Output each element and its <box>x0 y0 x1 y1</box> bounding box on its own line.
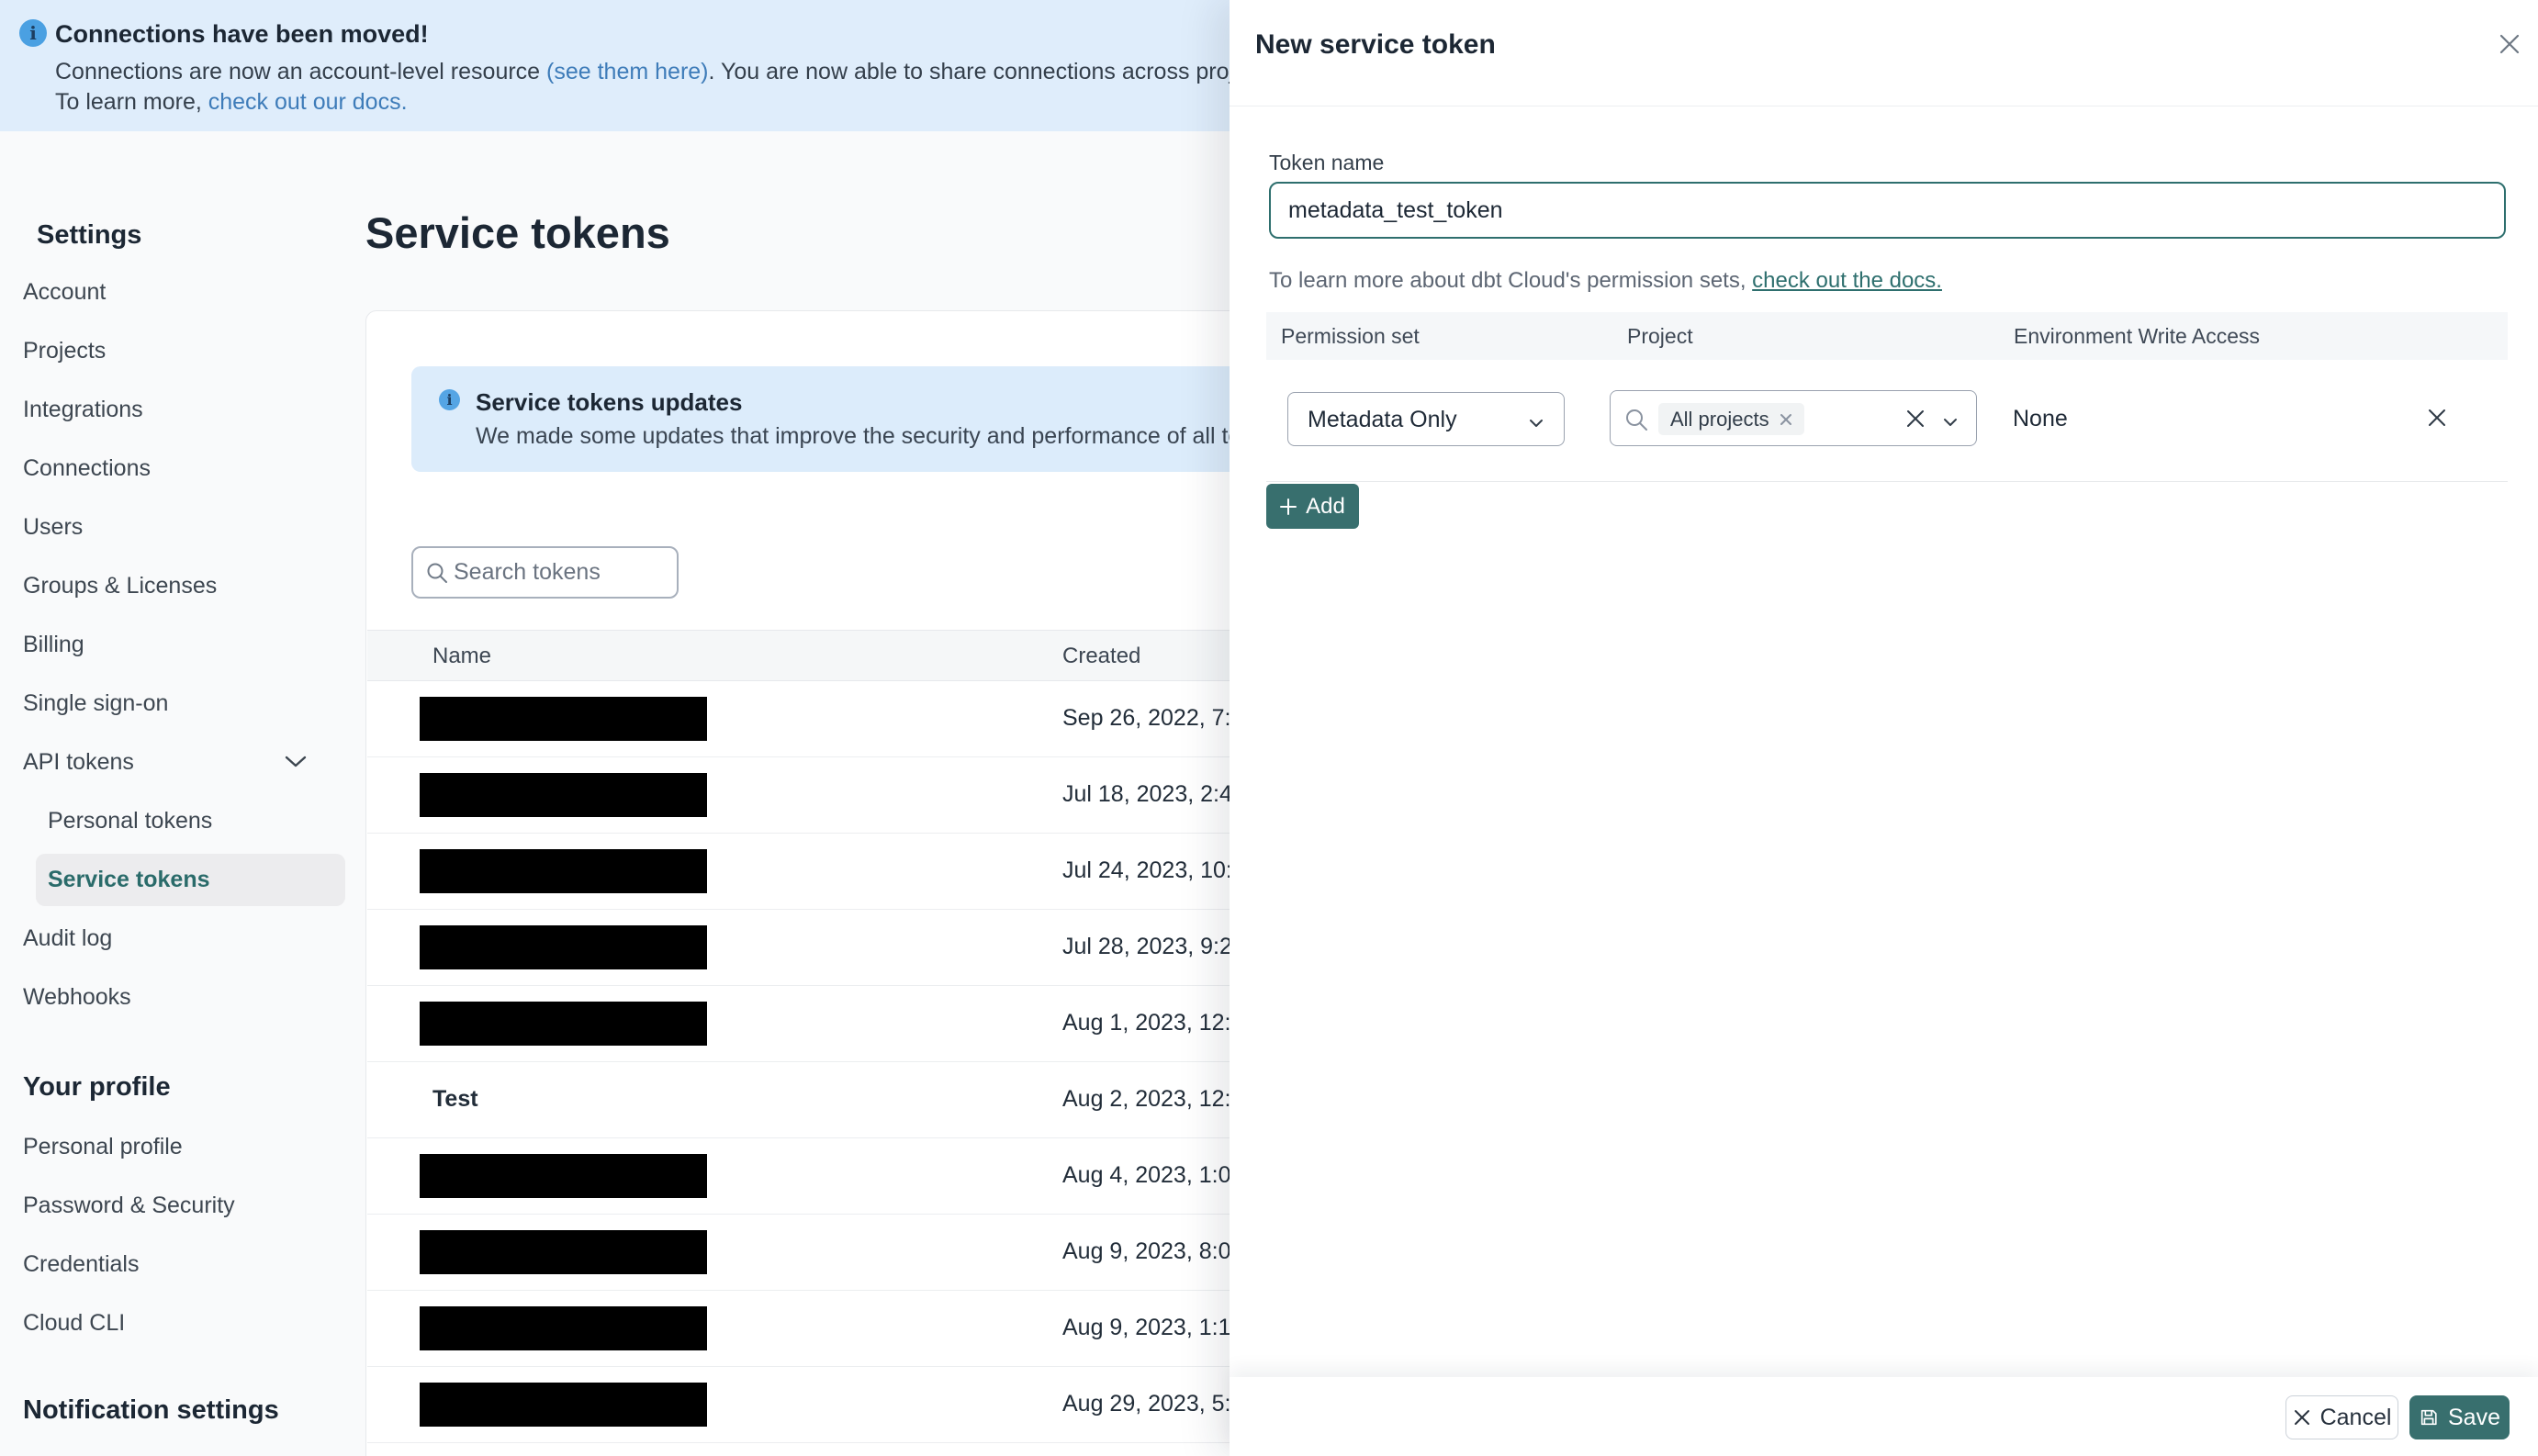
drawer-title: New service token <box>1255 29 1496 60</box>
sidebar-item-personal-profile[interactable]: Personal profile <box>23 1134 183 1160</box>
chevron-down-icon[interactable] <box>1943 415 1958 431</box>
remove-row-icon[interactable] <box>2423 404 2451 431</box>
info-icon: i <box>439 389 460 410</box>
sidebar-item-groups-licenses[interactable]: Groups & Licenses <box>23 573 217 599</box>
project-chip[interactable]: All projects <box>1658 403 1804 435</box>
sidebar-item-billing[interactable]: Billing <box>23 632 84 658</box>
permission-docs-line: To learn more about dbt Cloud's permissi… <box>1269 268 1942 294</box>
notice-title: Service tokens updates <box>476 388 743 416</box>
token-name-cell: Test <box>432 1086 478 1112</box>
column-header-name: Name <box>432 644 492 668</box>
sidebar-item-credentials[interactable]: Credentials <box>23 1251 139 1278</box>
new-service-token-drawer: New service token Token name To learn mo… <box>1230 0 2538 1456</box>
drawer-footer: Cancel Save <box>1230 1377 2538 1456</box>
redacted-token-name <box>420 697 707 741</box>
redacted-token-name <box>420 849 707 893</box>
sidebar-item-account[interactable]: Account <box>23 279 106 306</box>
settings-sidebar: Settings Account Projects Integrations C… <box>0 131 365 1456</box>
redacted-token-name <box>420 1383 707 1427</box>
see-them-here-link[interactable]: (see them here) <box>546 59 708 84</box>
environment-write-access-value: None <box>2013 406 2068 431</box>
save-icon <box>2420 1409 2437 1426</box>
token-name-input[interactable] <box>1269 182 2506 239</box>
close-icon[interactable] <box>2495 29 2524 59</box>
redacted-token-name <box>420 1306 707 1350</box>
cancel-button-label: Cancel <box>2319 1404 2392 1430</box>
redacted-token-name <box>420 1002 707 1046</box>
cancel-button[interactable]: Cancel <box>2285 1395 2398 1439</box>
redacted-token-name <box>420 1230 707 1274</box>
close-icon <box>2294 1410 2309 1425</box>
column-header-permission-set: Permission set <box>1281 324 1420 348</box>
add-button-label: Add <box>1306 493 1345 519</box>
page-title: Service tokens <box>365 208 670 257</box>
project-chip-label: All projects <box>1670 407 1769 431</box>
permission-set-select[interactable]: Metadata Only <box>1287 392 1565 446</box>
sidebar-heading-settings: Settings <box>37 220 142 250</box>
banner-footer-text: To learn more, <box>55 89 208 115</box>
save-button[interactable]: Save <box>2409 1395 2510 1439</box>
sidebar-item-audit-log[interactable]: Audit log <box>23 925 112 952</box>
docs-line-text: To learn more about dbt Cloud's permissi… <box>1269 268 1753 293</box>
check-docs-link[interactable]: check out our docs. <box>208 89 408 115</box>
permissions-table-header: Permission set Project Environment Write… <box>1266 312 2508 360</box>
save-button-label: Save <box>2448 1404 2500 1430</box>
banner-title: Connections have been moved! <box>55 20 429 48</box>
chevron-down-icon[interactable] <box>285 756 307 773</box>
column-header-environment-write-access: Environment Write Access <box>2014 324 2261 348</box>
sidebar-item-service-tokens-label[interactable]: Service tokens <box>48 867 210 893</box>
sidebar-heading-your-profile: Your profile <box>23 1072 171 1102</box>
permissions-divider <box>1266 481 2508 482</box>
sidebar-item-api-tokens[interactable]: API tokens <box>23 749 134 776</box>
project-multiselect[interactable]: All projects <box>1610 390 1977 446</box>
sidebar-heading-notification-settings: Notification settings <box>23 1395 279 1425</box>
search-tokens-box[interactable] <box>411 546 679 599</box>
check-out-docs-link[interactable]: check out the docs. <box>1752 268 1942 293</box>
redacted-token-name <box>420 925 707 969</box>
token-name-label: Token name <box>1269 151 1385 174</box>
sidebar-item-projects[interactable]: Projects <box>23 338 106 364</box>
sidebar-item-cloud-cli[interactable]: Cloud CLI <box>23 1310 125 1337</box>
column-header-project: Project <box>1627 324 1693 348</box>
redacted-token-name <box>420 773 707 817</box>
sidebar-item-single-sign-on[interactable]: Single sign-on <box>23 690 168 717</box>
clear-selection-icon[interactable] <box>1904 408 1926 434</box>
info-icon: i <box>19 19 47 47</box>
column-header-created: Created <box>1062 644 1141 668</box>
permission-set-value: Metadata Only <box>1308 407 1457 432</box>
banner-footer: To learn more, check out our docs. <box>55 89 408 116</box>
sidebar-item-integrations[interactable]: Integrations <box>23 397 143 423</box>
search-icon <box>1623 407 1649 437</box>
sidebar-item-webhooks[interactable]: Webhooks <box>23 984 131 1011</box>
chevron-down-icon <box>1529 416 1544 432</box>
sidebar-item-personal-tokens[interactable]: Personal tokens <box>48 808 212 834</box>
sidebar-item-users[interactable]: Users <box>23 514 83 541</box>
sidebar-item-password-security[interactable]: Password & Security <box>23 1193 235 1219</box>
sidebar-item-connections[interactable]: Connections <box>23 455 151 482</box>
chip-remove-icon[interactable] <box>1780 413 1792 426</box>
search-input[interactable] <box>454 548 669 597</box>
redacted-token-name <box>420 1154 707 1198</box>
banner-body-text: Connections are now an account-level res… <box>55 59 547 84</box>
plus-icon <box>1280 498 1297 515</box>
add-permission-button[interactable]: Add <box>1266 484 1359 529</box>
search-icon <box>425 561 449 589</box>
